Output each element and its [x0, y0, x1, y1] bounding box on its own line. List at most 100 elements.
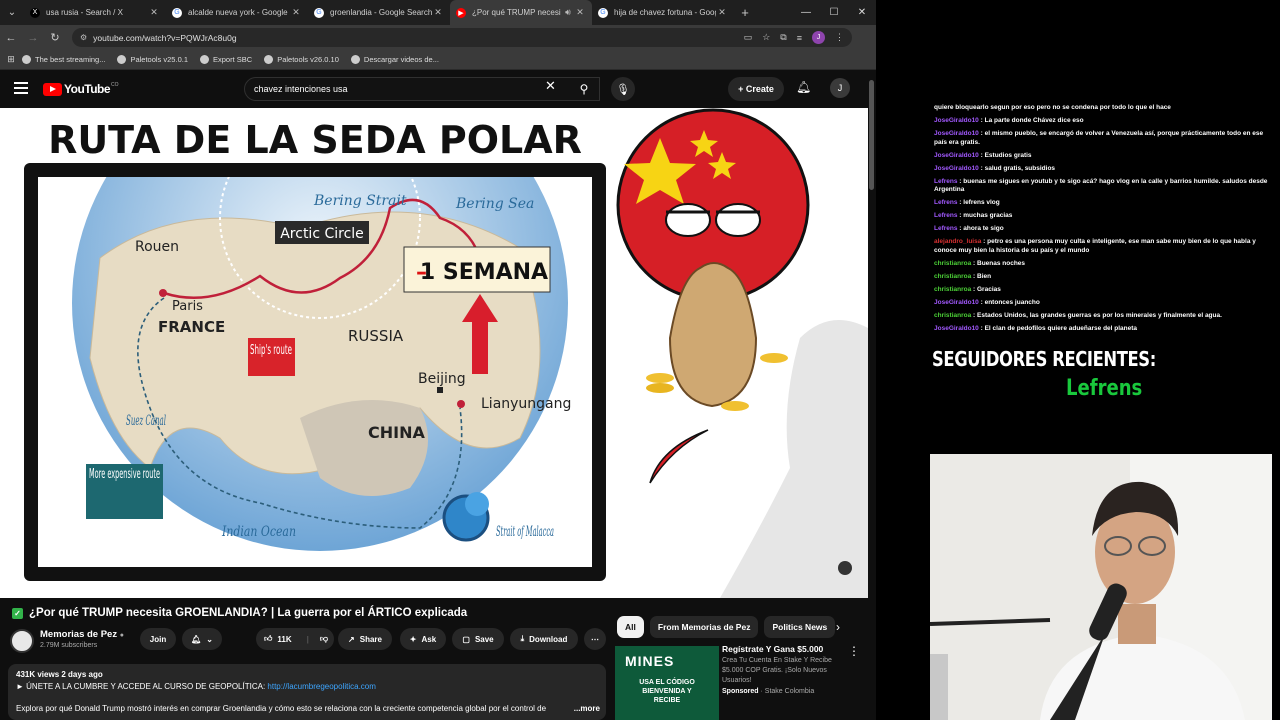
profile-avatar[interactable]: J [812, 31, 825, 44]
channel-avatar[interactable] [10, 629, 34, 653]
bookmark-icon [264, 55, 274, 64]
create-button[interactable]: + Create [728, 77, 784, 101]
more-actions-button[interactable]: ⋯ [584, 628, 606, 650]
reload-icon[interactable]: ↻ [44, 25, 66, 50]
tab-close-icon[interactable]: ✕ [432, 7, 444, 18]
youtube-logo[interactable]: YouTube CO [43, 82, 119, 96]
video-player[interactable]: RUTA DE LA SEDA POLAR Bering Strait Beri… [0, 108, 868, 598]
thumbs-down-icon[interactable]: 👎︎ [320, 634, 328, 644]
cast-icon[interactable]: ▭ [744, 32, 753, 43]
tab-close-icon[interactable]: ✕ [290, 7, 302, 18]
tab-audio-icon[interactable]: 🔊︎ [562, 7, 574, 18]
address-bar[interactable]: ⚙ youtube.com/watch?v=PQWJrAc8u0g ▭ ☆ ⧉ … [72, 28, 852, 47]
chat-text: El clan de pedofilos quiere adueñarse de… [984, 324, 1138, 332]
filter-chip[interactable]: Politics News [764, 616, 836, 638]
ad-menu-icon[interactable]: ⋮ [848, 644, 860, 658]
description-box[interactable]: 431K views 2 days ago ► ÚNETE A LA CUMBR… [8, 664, 606, 720]
channel-name[interactable]: Memorias de Pez ● [40, 629, 124, 640]
ad-thumbnail[interactable]: MINES USA EL CÓDIGO BIENVENIDA Y RECIBE [615, 646, 719, 720]
chat-username: Lefrens [934, 199, 958, 206]
tab-close-icon[interactable]: ✕ [574, 7, 586, 18]
maximize-icon[interactable]: ☐ [820, 0, 848, 25]
browser-window: ⌄ Xusa rusia - Search / X ✕ Galcalde nueva… [0, 0, 876, 720]
site-info-icon[interactable]: ⚙ [80, 33, 87, 42]
bookmark-label: Descargar videos de... [363, 55, 439, 64]
like-button[interactable]: 👍︎ 11K | 👎︎ [256, 628, 334, 650]
notifications-icon[interactable]: 🔔︎ [796, 80, 811, 94]
bookmark-icon [22, 55, 31, 64]
bookmark-item[interactable]: Paletools v26.0.10 [264, 55, 339, 64]
filter-chip[interactable]: All [617, 616, 644, 638]
chat-text: salud gratis, subsidios [984, 164, 1056, 172]
menu-icon[interactable] [14, 82, 28, 94]
promo-link[interactable]: http://lacumbregeopolitica.com [267, 682, 376, 691]
forward-icon[interactable]: → [22, 25, 44, 50]
browser-tab[interactable]: Galcalde nueva york - Google Se ✕ [166, 0, 308, 25]
minimize-icon[interactable]: — [792, 0, 820, 25]
tab-search-icon[interactable]: ⌄ [0, 0, 24, 25]
svg-text:FRANCE: FRANCE [158, 318, 225, 336]
apps-icon[interactable]: ⊞ [0, 47, 22, 72]
chat-text: Buenas noches [977, 259, 1026, 267]
svg-text:RUSSIA: RUSSIA [348, 327, 404, 345]
media-icon[interactable]: ≡ [797, 33, 802, 43]
related-chips: All From Memorias de Pez Politics News [617, 616, 836, 638]
chat-message: christianroa : Bien [934, 272, 992, 280]
bookmark-item[interactable]: Paletools v25.0.1 [117, 55, 188, 64]
promo-line: ► ÚNETE A LA CUMBRE Y ACCEDE AL CURSO DE… [16, 682, 376, 691]
bookmark-item[interactable]: Descargar videos de... [350, 55, 439, 64]
browser-tab[interactable]: Ggroenlandia - Google Search ✕ [308, 0, 450, 25]
tab-title: hija de chavez fortuna - Googl [614, 8, 716, 17]
clear-search-icon[interactable]: ✕ [545, 78, 556, 94]
account-avatar[interactable]: J [830, 78, 850, 98]
bookmark-star-icon[interactable]: ☆ [762, 32, 770, 43]
chevron-right-icon[interactable]: › [836, 620, 840, 634]
chat-message: JoseGiraldo10 : el mismo pueblo, se enca… [934, 130, 1264, 146]
tab-favicon-icon: ▶ [456, 7, 466, 18]
svg-text:Ship's route: Ship's route [250, 343, 292, 358]
followers-heading: SEGUIDORES RECIENTES: [932, 347, 1156, 371]
browser-tab[interactable]: Xusa rusia - Search / X ✕ [24, 0, 166, 25]
share-button[interactable]: ↗ Share [338, 628, 392, 650]
chat-text: La parte donde Chávez dice eso [984, 117, 1084, 124]
bookmark-item[interactable]: The best streaming... [22, 55, 105, 64]
ask-button[interactable]: ✦ Ask [400, 628, 446, 650]
svg-text:Strait of Malacca: Strait of Malacca [496, 524, 554, 540]
browser-tab[interactable]: ▶ ¿Por qué TRUMP necesi 🔊︎ ✕ [450, 0, 592, 25]
save-button[interactable]: ▢ Save [452, 628, 504, 650]
bookmark-label: Paletools v25.0.1 [130, 55, 188, 64]
video-title: ✓ ¿Por qué TRUMP necesita GROENLANDIA? |… [12, 607, 467, 619]
tab-title: ¿Por qué TRUMP necesi [472, 8, 561, 17]
search-button[interactable]: ⚲ [568, 77, 600, 101]
page-scrollbar[interactable] [869, 80, 874, 190]
chat-username: christianroa [934, 259, 972, 267]
bookmark-item[interactable]: Export SBC [200, 55, 252, 64]
voice-search-icon[interactable]: 🎙︎ [611, 77, 635, 101]
chat-username: alejandro_luisa [934, 238, 982, 245]
join-button[interactable]: Join [140, 628, 176, 650]
chat-text: entonces juancho [984, 298, 1040, 306]
bookmark-label: The best streaming... [35, 55, 106, 64]
tab-favicon-icon: X [30, 7, 40, 18]
menu-dots-icon[interactable]: ⋮ [835, 32, 844, 43]
chat-message: JoseGiraldo10 : salud gratis, subsidios [934, 164, 1056, 172]
filter-chip[interactable]: From Memorias de Pez [649, 616, 759, 638]
chat-username: JoseGiraldo10 [934, 298, 979, 306]
download-icon: ⤓ [520, 634, 525, 643]
window-controls: — ☐ ✕ [792, 0, 876, 25]
download-button[interactable]: ⤓ Download [510, 628, 578, 650]
show-more-link[interactable]: ...more [569, 704, 600, 713]
channel-watermark-icon [838, 561, 852, 575]
tab-close-icon[interactable]: ✕ [716, 7, 728, 18]
extensions-icon[interactable]: ⧉ [780, 32, 786, 43]
tab-close-icon[interactable]: ✕ [148, 7, 160, 18]
chat-text: muchas gracias [963, 212, 1013, 219]
subscribe-bell-button[interactable]: 🔔︎ ⌄ [182, 628, 222, 650]
share-icon: ↗ [348, 634, 355, 644]
video-frame: RUTA DE LA SEDA POLAR Bering Strait Beri… [24, 108, 868, 598]
new-tab-button[interactable]: + [734, 5, 756, 20]
browser-tab[interactable]: Ghija de chavez fortuna - Googl ✕ [592, 0, 734, 25]
chat-message: alejandro_luisa : petro es una persona m… [934, 238, 1256, 254]
close-window-icon[interactable]: ✕ [848, 0, 876, 25]
ad-title[interactable]: Regístrate Y Gana $5.000 [722, 644, 823, 654]
